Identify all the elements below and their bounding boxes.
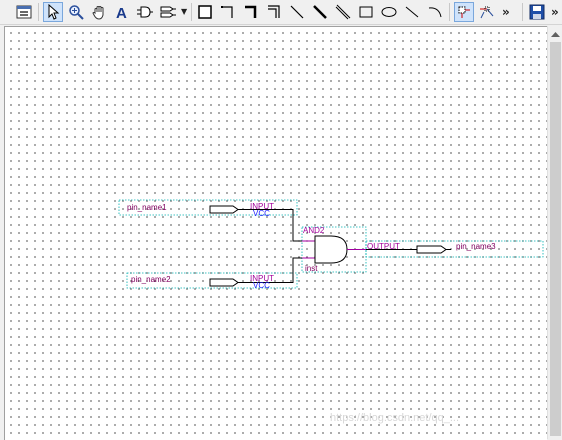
zoom-tool-icon[interactable] bbox=[66, 2, 86, 22]
block-tool-icon[interactable] bbox=[195, 2, 215, 22]
svg-text:A: A bbox=[116, 5, 127, 20]
input-pin-1-symbol bbox=[209, 205, 239, 214]
save-icon[interactable] bbox=[527, 2, 547, 22]
pin-dropdown-arrow[interactable]: ▼ bbox=[181, 3, 187, 21]
hand-tool-icon[interactable] bbox=[89, 2, 109, 22]
rubberbanding-icon[interactable] bbox=[454, 2, 474, 22]
gate-instance-label[interactable]: inst bbox=[305, 264, 317, 273]
input-pin-2-symbol bbox=[209, 278, 239, 287]
orthogonal-node-tool-icon[interactable] bbox=[218, 2, 238, 22]
output-pin-name[interactable]: pin_name3 bbox=[456, 242, 496, 251]
schematic-drawing bbox=[118, 199, 544, 289]
orthogonal-bus-tool-icon[interactable] bbox=[241, 2, 261, 22]
arc-tool-icon[interactable] bbox=[425, 2, 445, 22]
output-pin-type: OUTPUT bbox=[367, 242, 400, 251]
toolbar-overflow-button-2[interactable]: » bbox=[551, 3, 559, 21]
input-pin-2-default: VCC bbox=[253, 281, 270, 290]
schematic-canvas[interactable]: pin_name1 INPUT VCC pin_name2 INPUT VCC … bbox=[4, 26, 547, 440]
output-pin-symbol bbox=[416, 245, 447, 254]
maximize-icon[interactable] bbox=[14, 2, 34, 22]
toolbar-overflow-button[interactable]: » bbox=[502, 3, 510, 21]
partial-line-selection-icon[interactable] bbox=[477, 2, 497, 22]
diagonal-bus-tool-icon[interactable] bbox=[310, 2, 330, 22]
diagonal-node-tool-icon[interactable] bbox=[287, 2, 307, 22]
symbol-tool-icon[interactable] bbox=[135, 2, 155, 22]
input-pin-2-name[interactable]: pin_name2 bbox=[131, 275, 171, 284]
rectangle-tool-icon[interactable] bbox=[356, 2, 376, 22]
oval-tool-icon[interactable] bbox=[379, 2, 399, 22]
scroll-up-icon[interactable] bbox=[548, 26, 562, 41]
watermark: https://blog.csdn.net/qq_... bbox=[330, 412, 460, 424]
diagonal-conduit-tool-icon[interactable] bbox=[333, 2, 353, 22]
schematic-toolbar: A ▼ » » bbox=[0, 0, 562, 25]
scroll-thumb[interactable] bbox=[550, 42, 561, 436]
line-tool-icon[interactable] bbox=[402, 2, 422, 22]
pin-tool-icon[interactable] bbox=[158, 2, 178, 22]
orthogonal-conduit-tool-icon[interactable] bbox=[264, 2, 284, 22]
gate-type-label: AND2 bbox=[303, 226, 325, 235]
vertical-scrollbar[interactable] bbox=[547, 26, 562, 439]
input-pin-1-name[interactable]: pin_name1 bbox=[127, 203, 167, 212]
selection-tool-icon[interactable] bbox=[43, 2, 63, 22]
text-tool-icon[interactable]: A bbox=[112, 2, 132, 22]
and-gate-symbol bbox=[314, 235, 348, 264]
input-pin-1-default: VCC bbox=[253, 209, 270, 218]
